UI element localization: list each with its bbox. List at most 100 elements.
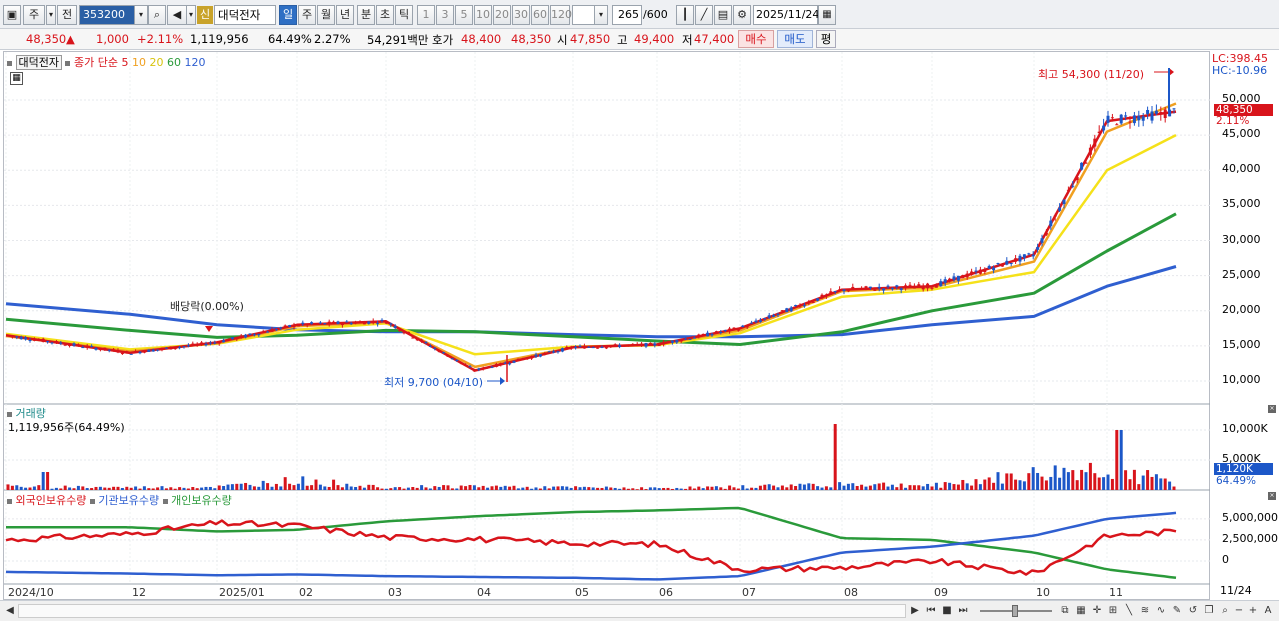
sell-button[interactable]: 매도	[777, 30, 813, 48]
period-tab-week[interactable]: 주	[298, 5, 316, 25]
x-axis-right-label: 11/24	[1220, 584, 1252, 597]
draw-tool-icon[interactable]: ╱	[695, 5, 713, 25]
search-icon[interactable]: ⌕	[148, 5, 166, 25]
scroll-right-icon[interactable]: ▶	[908, 603, 922, 619]
font-size-icon[interactable]: A	[1261, 603, 1275, 619]
horizontal-scrollbar[interactable]	[18, 604, 906, 618]
period-tab-minute[interactable]: 분	[357, 5, 375, 25]
period-tab-day[interactable]: 일	[279, 5, 297, 25]
layout-icon[interactable]: ⧉	[1058, 603, 1072, 619]
count-input[interactable]: 265	[612, 5, 642, 25]
period-tab-tick[interactable]: 틱	[395, 5, 413, 25]
zoom-search-icon[interactable]: ⌕	[1218, 603, 1232, 619]
interval-dropdown-icon[interactable]: ▾	[594, 5, 608, 25]
volume-bar	[706, 486, 710, 490]
code-dropdown-icon[interactable]: ▾	[134, 5, 148, 25]
volume-bar	[164, 488, 168, 490]
candle-body	[961, 275, 965, 279]
split-icon[interactable]: ⊞	[1106, 603, 1120, 619]
volume-bar	[780, 485, 784, 490]
volume-bar	[758, 485, 762, 490]
stock-code-input[interactable]: 353200	[79, 5, 135, 25]
gear-icon[interactable]: ⚙	[733, 5, 751, 25]
type-select[interactable]: 전	[57, 5, 77, 25]
window-menu-icon[interactable]: ▣	[3, 5, 21, 25]
candle-body	[15, 336, 19, 338]
wave-icon[interactable]: ∿	[1154, 603, 1168, 619]
zoom-out-icon[interactable]: −	[1232, 603, 1246, 619]
interval-60[interactable]: 60	[531, 5, 549, 25]
stop-icon[interactable]: ■	[940, 603, 954, 619]
volume-bar	[904, 487, 908, 490]
interval-10[interactable]: 10	[474, 5, 492, 25]
pencil-icon[interactable]: ✎	[1170, 603, 1184, 619]
candle-body	[939, 281, 943, 287]
volume-bar	[1124, 470, 1128, 490]
speaker-dropdown-icon[interactable]: ▾	[186, 5, 196, 25]
price-tick-label: 50,000	[1222, 92, 1261, 105]
volume-bar	[587, 487, 591, 490]
stock-name-field: 대덕전자	[214, 5, 276, 25]
volume-close-icon[interactable]: ×	[1268, 405, 1276, 413]
candle-body	[1141, 116, 1145, 121]
legend-stock-name[interactable]: 대덕전자	[15, 55, 62, 70]
fibo-icon[interactable]: ≋	[1138, 603, 1152, 619]
candle-body	[1172, 108, 1176, 110]
volume-bar	[486, 487, 490, 490]
candle-body	[169, 346, 173, 350]
interval-20[interactable]: 20	[493, 5, 511, 25]
zoom-in-icon[interactable]: +	[1246, 603, 1260, 619]
legend-foreign[interactable]: 외국인보유수량	[16, 494, 87, 507]
rewind-icon[interactable]: ⏮	[924, 603, 938, 619]
crosshair-icon[interactable]: ✛	[1090, 603, 1104, 619]
interval-120[interactable]: 120	[550, 5, 572, 25]
volume-bar	[358, 485, 362, 490]
save-icon[interactable]: ▤	[714, 5, 732, 25]
volume-bar	[1146, 470, 1150, 490]
volume-bar	[912, 485, 916, 490]
holdings-close-icon[interactable]: ×	[1268, 492, 1276, 500]
table-view-icon[interactable]: ▦	[10, 72, 23, 85]
legend-ma-120[interactable]: 120	[184, 56, 205, 69]
period-tab-second[interactable]: 초	[376, 5, 394, 25]
volume-ratio: 64.49%	[268, 32, 312, 46]
scroll-left-icon[interactable]: ◀	[3, 603, 17, 619]
trendline-icon[interactable]: ╲	[1122, 603, 1136, 619]
period-tab-year[interactable]: 년	[336, 5, 354, 25]
candle-type-icon[interactable]: ┃	[676, 5, 694, 25]
interval-1[interactable]: 1	[417, 5, 435, 25]
legend-ma-5[interactable]: 5	[121, 56, 128, 69]
period-tab-month[interactable]: 월	[317, 5, 335, 25]
grid-icon[interactable]: ▦	[1074, 603, 1088, 619]
legend-ma-60[interactable]: 60	[167, 56, 181, 69]
interval-30[interactable]: 30	[512, 5, 530, 25]
interval-5[interactable]: 5	[455, 5, 473, 25]
volume-bar	[46, 472, 50, 490]
eval-button[interactable]: 평	[816, 30, 836, 48]
chart-area[interactable]: 2024/10 12 2025/01 02 03 04 05 06 07 08 09 10 11 대덕전…	[3, 51, 1211, 601]
legend-ma-20[interactable]: 20	[149, 56, 163, 69]
date-input[interactable]: 2025/11/24	[753, 5, 819, 25]
chart-canvas[interactable]: 2024/10 12 2025/01 02 03 04 05 06 07 08 09 10 11	[4, 52, 1211, 601]
copy-icon[interactable]: ❐	[1202, 603, 1216, 619]
candle-body	[626, 344, 630, 346]
zoom-slider-handle[interactable]	[1012, 605, 1018, 617]
legend-individual[interactable]: 개인보유수량	[171, 494, 232, 507]
interval-3[interactable]: 3	[436, 5, 454, 25]
legend-institution[interactable]: 기관보유수량	[98, 494, 159, 507]
volume-bar	[719, 487, 723, 490]
calendar-icon[interactable]: ▦	[818, 5, 836, 25]
candle-body	[437, 350, 441, 353]
candle-body	[1062, 199, 1066, 205]
legend-ma-label[interactable]: 종가 단순	[74, 56, 118, 69]
fast-forward-icon[interactable]: ⏭	[956, 603, 970, 619]
speaker-icon[interactable]: ◀	[167, 5, 187, 25]
legend-ma-10[interactable]: 10	[132, 56, 146, 69]
market-select[interactable]: 주	[23, 5, 45, 25]
refresh-icon[interactable]: ↺	[1186, 603, 1200, 619]
candle-body	[1097, 131, 1101, 134]
market-dropdown-icon[interactable]: ▾	[46, 5, 56, 25]
buy-button[interactable]: 매수	[738, 30, 774, 48]
candle-body	[63, 344, 67, 346]
volume-bar	[1172, 486, 1176, 490]
